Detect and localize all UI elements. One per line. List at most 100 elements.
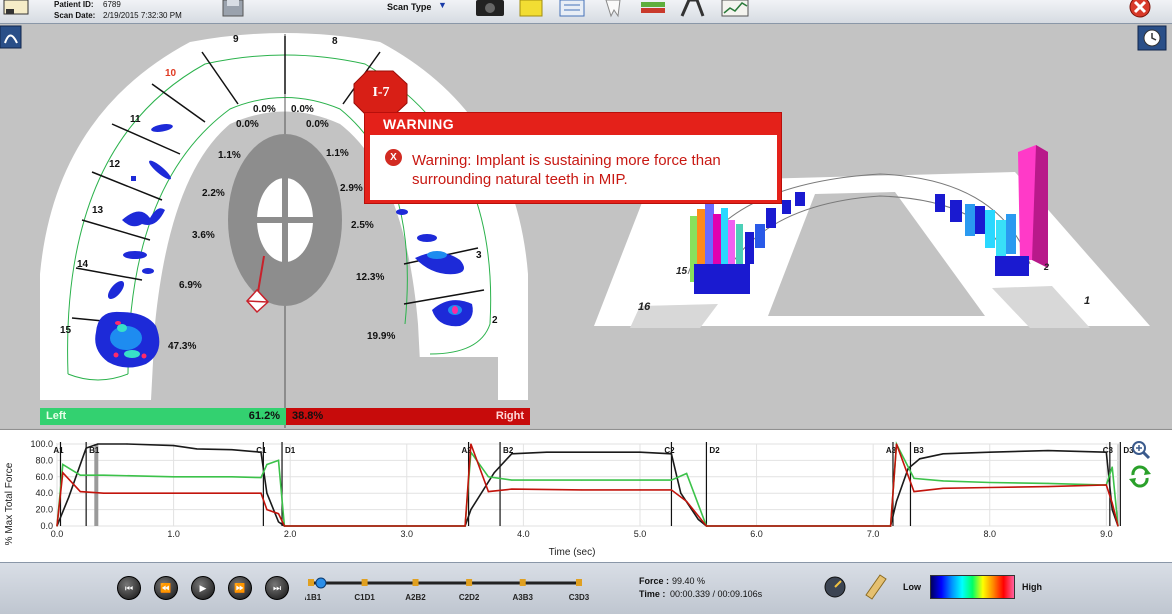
force-data-point: [511, 488, 513, 490]
force-data-point: [1105, 484, 1107, 486]
arch-2d-view: 9 8 10 11 12 13 14 15 3 2 0.0% 0.0% 1.1%…: [40, 33, 528, 428]
tooth-number-10: 10: [165, 68, 177, 79]
timeline-thumb[interactable]: [315, 577, 327, 589]
x-tick-label: 1.0: [167, 529, 180, 539]
force-data-point: [942, 480, 944, 482]
force-data-point: [231, 476, 233, 478]
timeline-event-tick[interactable]: [308, 579, 314, 586]
tooth-label-3d: 15: [676, 266, 688, 277]
force-data-point: [103, 492, 105, 494]
timeline-event-label: A2B2: [405, 593, 426, 602]
force-data-point: [890, 525, 892, 527]
warning-message: Warning: Implant is sustaining more forc…: [412, 152, 721, 188]
tooth-number-3: 3: [476, 250, 482, 261]
rewind-button[interactable]: ⏪: [154, 576, 178, 600]
x-tick-label: 2.0: [284, 529, 297, 539]
ruler-icon[interactable]: [862, 573, 888, 601]
timeline-event-label: A1B1: [305, 593, 322, 602]
force-data-point: [686, 500, 688, 502]
timeline-event-tick[interactable]: [466, 579, 473, 586]
y-tick-labels: 100.080.060.040.020.00.0: [30, 439, 53, 531]
force-data-point: [670, 489, 673, 491]
timeline-event-tick[interactable]: [361, 579, 368, 586]
note-icon[interactable]: [518, 0, 544, 18]
force-data-point: [266, 509, 268, 511]
y-tick-label: 80.0: [35, 455, 53, 465]
error-icon: X: [385, 149, 402, 166]
force-data-point: [581, 489, 583, 491]
skip-to-start-button[interactable]: ⏮: [117, 576, 141, 600]
gauge-icon[interactable]: [822, 575, 848, 599]
playhead-cursor: [94, 444, 99, 526]
force-data-point: [56, 525, 58, 527]
legend-high-label: High: [1022, 582, 1042, 592]
y-tick-label: 20.0: [35, 505, 53, 515]
timeline-event-tick[interactable]: [519, 579, 526, 586]
force-data-point: [97, 443, 99, 445]
warning-dialog[interactable]: WARNING X Warning: Implant is sustaining…: [364, 112, 782, 204]
implant-ring[interactable]: [228, 134, 342, 306]
tooth-icon[interactable]: [602, 0, 624, 18]
chart-grid: [56, 443, 1119, 527]
save-icon[interactable]: [219, 0, 247, 18]
timeline-event-tick[interactable]: [576, 579, 582, 586]
timeline-slider[interactable]: A1B1 C1D1 A2B2 C2D2 A3B3 C3D3: [305, 573, 595, 607]
articulator-icon[interactable]: [677, 0, 707, 18]
force-data-point: [493, 472, 495, 474]
report-icon[interactable]: [557, 0, 587, 18]
play-button[interactable]: ▶: [191, 576, 215, 600]
force-label: Force :: [639, 576, 670, 586]
graph-view-icon[interactable]: [720, 0, 750, 18]
force-data-point: [172, 492, 175, 494]
force-data-point: [464, 525, 466, 527]
event-marker-label: C3: [1103, 446, 1114, 455]
force-time-chart[interactable]: 100.0 80.0 60.0 40.0 20.0 0.0 0.0 1.0 2.0 3.0 4.0…: [0, 430, 1172, 563]
force-data-point: [546, 451, 548, 453]
clock-button[interactable]: [1137, 25, 1167, 51]
force-data-point: [942, 487, 944, 489]
force-data-point: [511, 479, 513, 481]
zoom-icon[interactable]: [1132, 441, 1151, 460]
force-data-point: [62, 472, 64, 474]
scan-type-dropdown[interactable]: Scan Type: [387, 2, 431, 12]
books-icon[interactable]: [638, 0, 668, 18]
y-axis-label: % Max Total Force: [4, 462, 15, 545]
force-data-point: [470, 443, 472, 445]
y-tick-label: 100.0: [30, 439, 53, 449]
fast-forward-button[interactable]: ⏩: [228, 576, 252, 600]
chevron-down-icon[interactable]: ▼: [438, 0, 447, 10]
force-data-point: [103, 474, 105, 476]
event-marker-label: B1: [89, 446, 100, 455]
force-data-point: [1111, 509, 1113, 511]
arch-toggle-button[interactable]: [0, 25, 22, 49]
left-force-percent: 3.6%: [192, 230, 215, 241]
force-data-point: [895, 500, 898, 502]
tooth-label-3d: 16: [638, 301, 651, 313]
top-toolbar: Patient ID: 6789 Scan Date: 2/19/2015 7:…: [0, 0, 1172, 24]
force-data-point: [989, 481, 991, 484]
close-icon[interactable]: [1127, 0, 1153, 20]
force-data-point: [68, 496, 70, 498]
refresh-icon[interactable]: [1129, 465, 1151, 488]
timeline-event-tick[interactable]: [412, 579, 419, 586]
force-data-point: [913, 477, 915, 480]
left-force-percent: 6.9%: [179, 280, 202, 291]
force-data-point: [85, 447, 87, 449]
camera-icon[interactable]: [474, 0, 506, 18]
force-data-point: [670, 453, 673, 455]
timeline-event-labels: A1B1 C1D1 A2B2 C2D2 A3B3 C3D3: [305, 593, 590, 602]
force-data-point: [1047, 482, 1049, 484]
force-data-point: [989, 486, 991, 489]
skip-to-end-button[interactable]: ⏭: [265, 576, 289, 600]
force-data-point: [670, 479, 673, 481]
force-data-point: [231, 492, 233, 494]
force-data-point: [79, 474, 81, 476]
force-data-point: [172, 445, 175, 447]
force-data-point: [266, 463, 268, 466]
force-data-point: [79, 490, 81, 493]
tooth-label-3d: 2: [1043, 262, 1049, 272]
force-data-point: [487, 476, 489, 478]
tooth-number-14: 14: [77, 259, 89, 270]
implant-badge[interactable]: I-7: [353, 70, 408, 117]
patient-card-icon[interactable]: [2, 0, 30, 18]
